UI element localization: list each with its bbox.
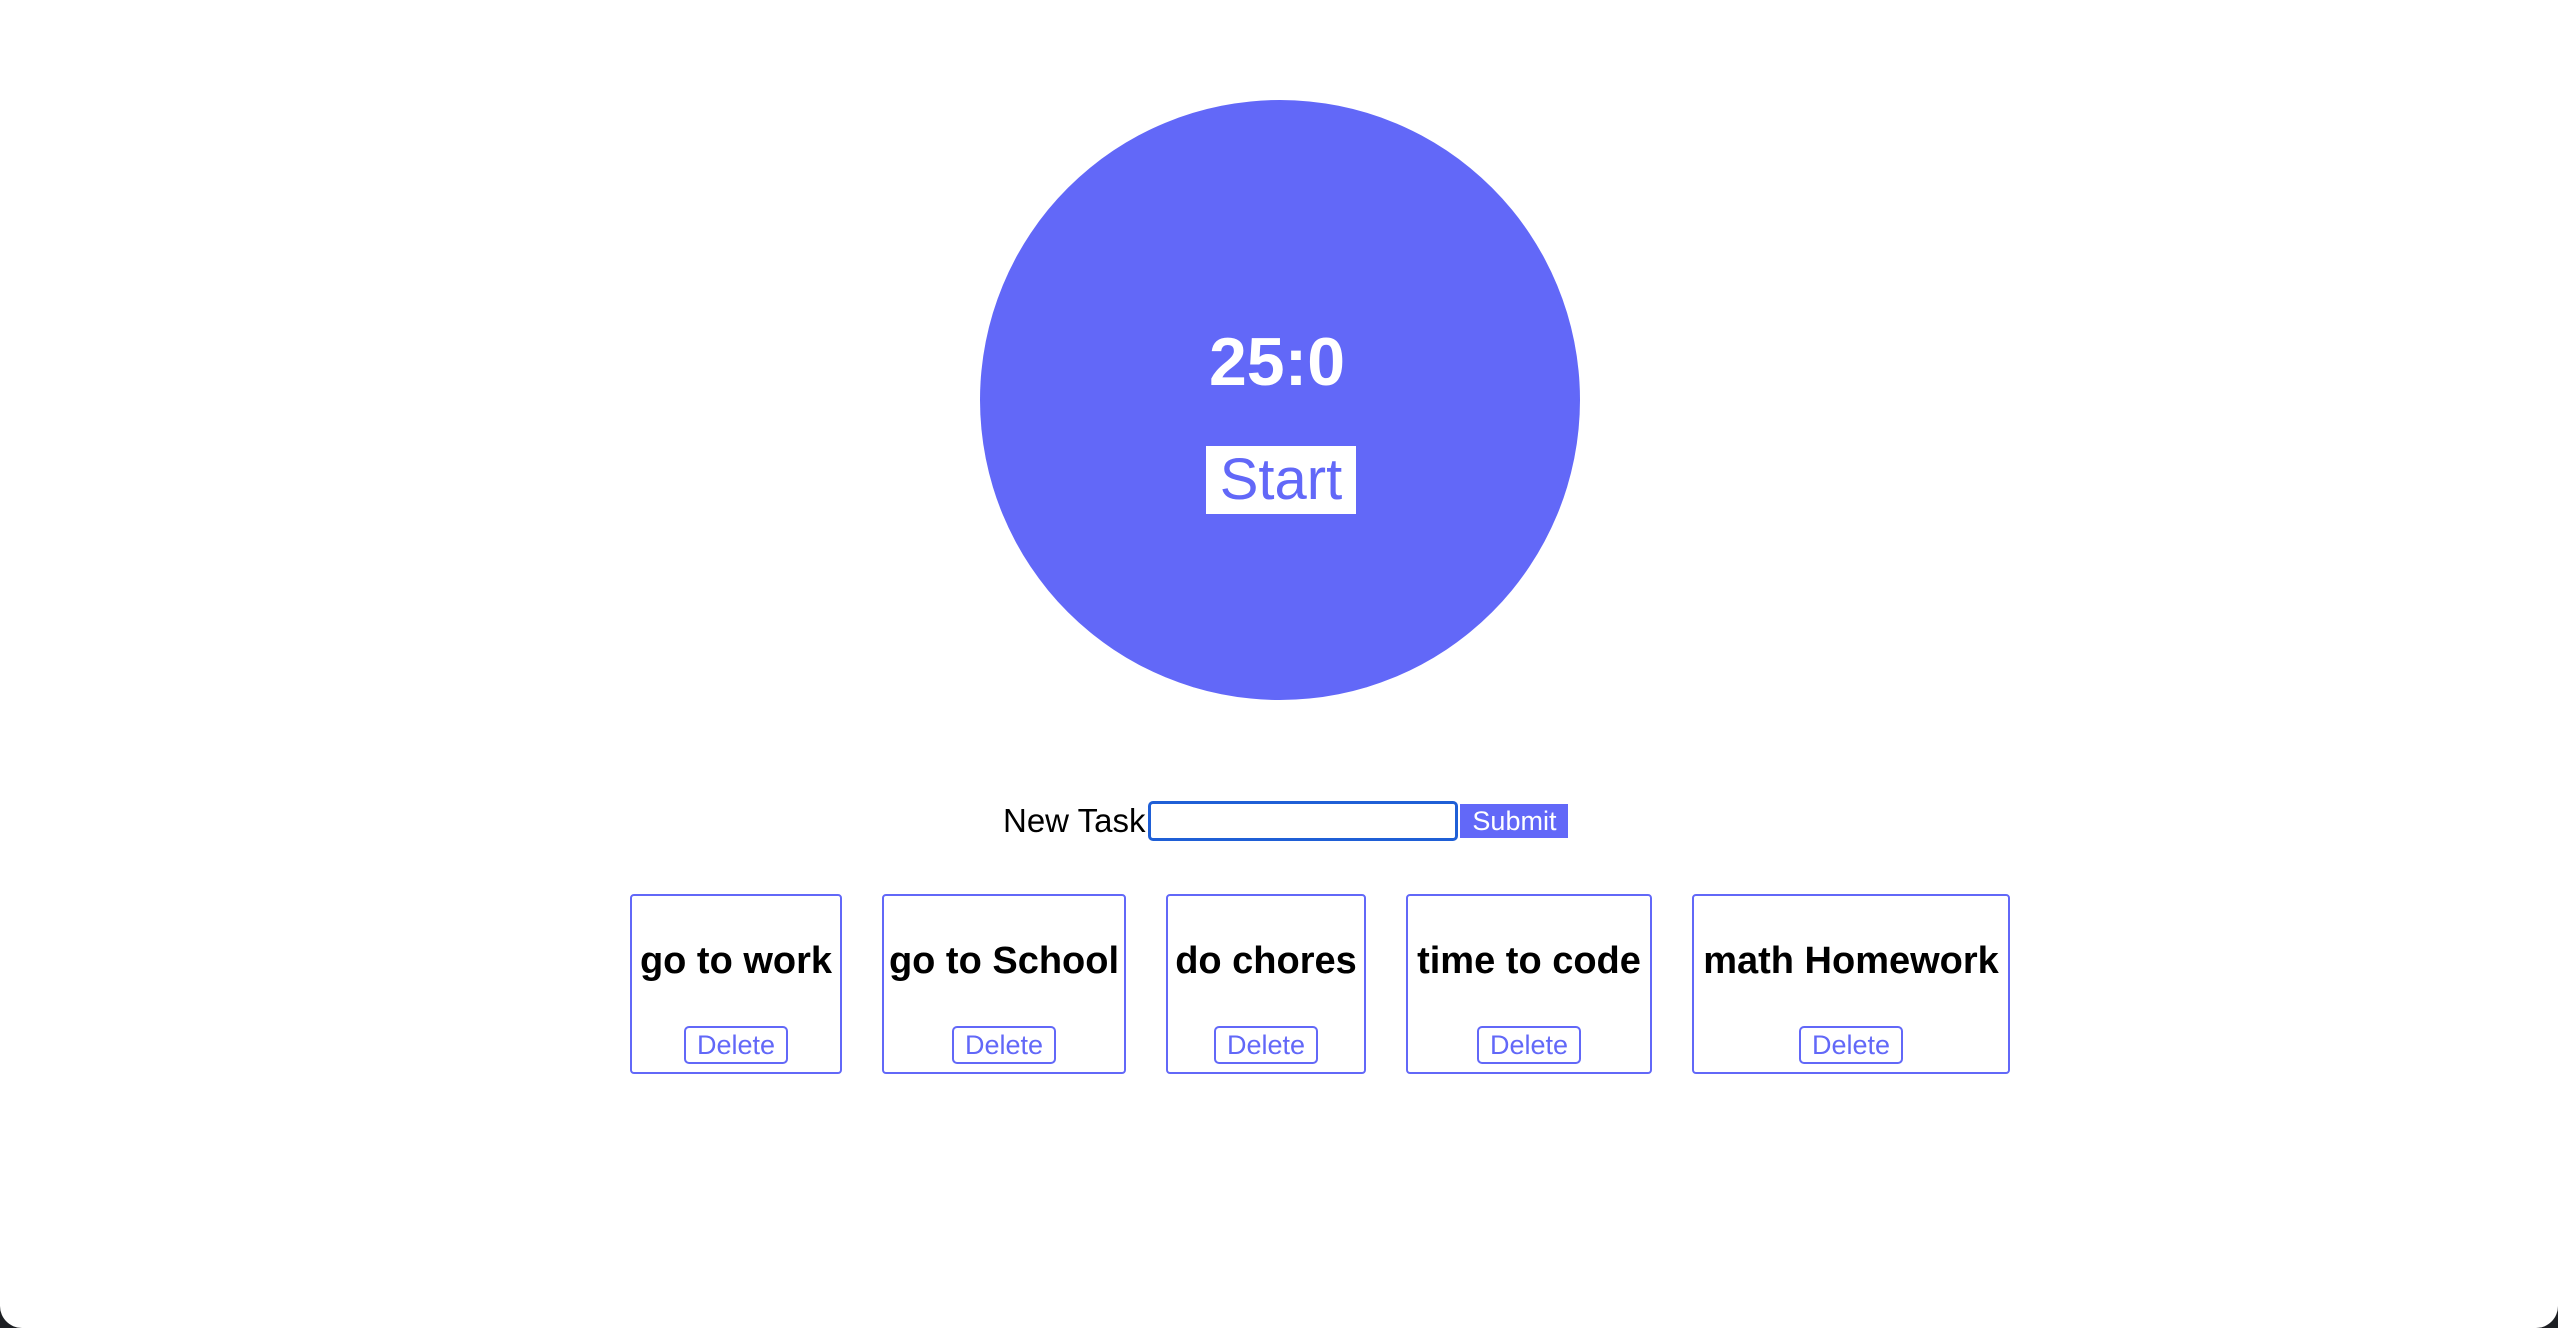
- timer-display: 25:0: [1208, 324, 1346, 400]
- task-title: go to work: [639, 940, 833, 982]
- app-page: 25:0 Start New Task Submit go to work De…: [0, 0, 2558, 1328]
- delete-task-button[interactable]: Delete: [1214, 1026, 1318, 1064]
- task-title: math Homework: [1703, 940, 1999, 982]
- new-task-form: New Task Submit: [1003, 798, 1569, 844]
- delete-task-button[interactable]: Delete: [1799, 1026, 1903, 1064]
- delete-task-button[interactable]: Delete: [1477, 1026, 1581, 1064]
- delete-task-button[interactable]: Delete: [684, 1026, 788, 1064]
- task-title: do chores: [1175, 940, 1357, 982]
- start-button[interactable]: Start: [1206, 446, 1356, 514]
- task-card-math-homework: math Homework Delete: [1692, 894, 2010, 1074]
- new-task-label: New Task: [1003, 802, 1146, 839]
- task-card-time-to-code: time to code Delete: [1406, 894, 1652, 1074]
- task-card-go-to-work: go to work Delete: [630, 894, 842, 1074]
- submit-button[interactable]: Submit: [1460, 804, 1569, 838]
- timer-circle: 25:0 Start: [980, 100, 1580, 700]
- new-task-input[interactable]: [1148, 801, 1459, 841]
- task-title: time to code: [1417, 940, 1641, 982]
- delete-task-button[interactable]: Delete: [952, 1026, 1056, 1064]
- task-title: go to School: [888, 940, 1120, 982]
- task-card-do-chores: do chores Delete: [1166, 894, 1366, 1074]
- task-card-go-to-school: go to School Delete: [882, 894, 1126, 1074]
